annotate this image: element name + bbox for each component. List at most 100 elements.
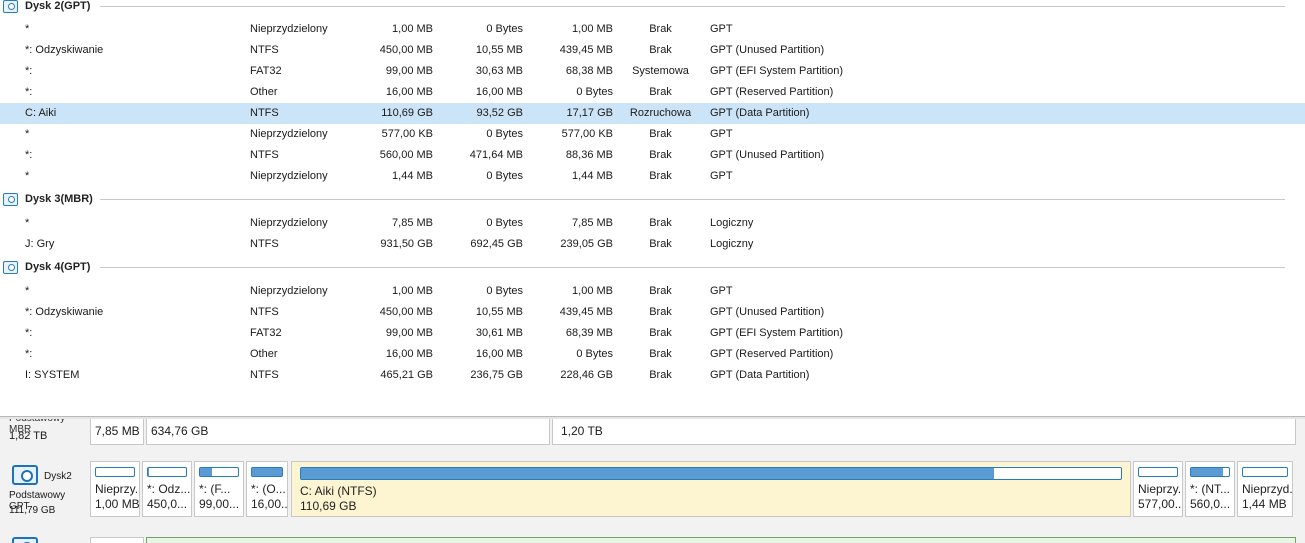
capacity: 1,44 MB bbox=[392, 170, 433, 182]
disk-icon bbox=[3, 0, 18, 13]
file-system: NTFS bbox=[250, 149, 279, 161]
free-space: 1,00 MB bbox=[572, 285, 613, 297]
free-space: 239,05 GB bbox=[560, 238, 613, 250]
disk-header-4[interactable]: Dysk 4(GPT) bbox=[0, 258, 1290, 278]
partition-row[interactable]: J: Gry NTFS 931,50 GB 692,45 GB 239,05 GB Bra… bbox=[0, 234, 1305, 255]
partition-row[interactable]: * Nieprzydzielony 7,85 MB 0 Bytes 7,85 MB Bra… bbox=[0, 213, 1305, 234]
partition-row[interactable]: *: Odzyskiwanie NTFS 450,00 MB 10,55 MB 439,… bbox=[0, 302, 1305, 323]
partition-size: 99,00... bbox=[199, 497, 240, 511]
capacity: 465,21 GB bbox=[380, 369, 433, 381]
status-flag: Brak bbox=[649, 348, 672, 360]
divider bbox=[100, 6, 1285, 7]
free-space: 1,00 MB bbox=[572, 23, 613, 35]
partition-block[interactable]: *: (F... 99,00... bbox=[194, 461, 244, 517]
partition-row[interactable]: *: Other 16,00 MB 16,00 MB 0 Bytes Brak GPT (R… bbox=[0, 344, 1305, 365]
partition-block[interactable]: 634,76 GB bbox=[146, 419, 550, 445]
partition-row[interactable]: * Nieprzydzielony 1,00 MB 0 Bytes 1,00 MB Bra… bbox=[0, 19, 1305, 40]
partition-block[interactable] bbox=[146, 537, 1296, 543]
partition-row[interactable]: C: Aiki NTFS 110,69 GB 93,52 GB 17,17 GB Rozr… bbox=[0, 103, 1305, 124]
partition-row[interactable]: *: FAT32 99,00 MB 30,63 MB 68,38 MB Systemowa… bbox=[0, 61, 1305, 82]
partition-row[interactable]: *: NTFS 560,00 MB 471,64 MB 88,36 MB Brak GPT … bbox=[0, 145, 1305, 166]
disk-title: Dysk 3(MBR) bbox=[25, 193, 93, 205]
file-system: FAT32 bbox=[250, 327, 282, 339]
disk-size: 111,79 GB bbox=[9, 505, 56, 516]
partition-block[interactable]: Nieprzy... 1,00 MB bbox=[90, 461, 140, 517]
used-space: 0 Bytes bbox=[486, 128, 523, 140]
disk-map-row-disk2: Dysk2 Podstawowy GPT 111,79 GB Nieprzy..… bbox=[0, 461, 1305, 519]
status-flag: Brak bbox=[649, 285, 672, 297]
disk-header-3[interactable]: Dysk 3(MBR) bbox=[0, 190, 1290, 210]
used-space: 10,55 MB bbox=[475, 44, 523, 56]
partition-type: GPT bbox=[710, 170, 733, 182]
divider bbox=[100, 267, 1285, 268]
partition-type: GPT (Unused Partition) bbox=[710, 44, 825, 56]
hard-disk-icon bbox=[12, 537, 38, 543]
partition-block[interactable]: Nieprzyd...1,44 MB bbox=[1237, 461, 1293, 517]
partition-row[interactable]: *: Odzyskiwanie NTFS 450,00 MB 10,55 MB 439,… bbox=[0, 40, 1305, 61]
partition-block[interactable]: 7,85 MB bbox=[90, 419, 144, 445]
used-space: 30,63 MB bbox=[475, 65, 523, 77]
partition-block[interactable]: Nieprzy... 577,00... bbox=[1133, 461, 1183, 517]
partition-label: Nieprzyd... bbox=[1242, 482, 1293, 496]
disk-map-row-mbr: Podstawowy MBR 1,82 TB 7,85 MB 634,76 GB… bbox=[0, 419, 1305, 449]
partition-type: GPT (Data Partition) bbox=[710, 369, 810, 381]
partition-label: Nieprzy... bbox=[95, 482, 140, 496]
partition-block[interactable]: *: (NT... 560,0... bbox=[1185, 461, 1235, 517]
partition-block[interactable]: *: Odz... 450,0... bbox=[142, 461, 192, 517]
partition-name: *: bbox=[25, 65, 33, 77]
partition-type: GPT (Data Partition) bbox=[710, 107, 810, 119]
capacity: 16,00 MB bbox=[385, 348, 433, 360]
partition-name: * bbox=[25, 170, 30, 182]
disk-info[interactable]: Dysk2 Podstawowy GPT 111,79 GB bbox=[0, 461, 88, 519]
partition-size: 16,00... bbox=[251, 497, 288, 511]
used-space: 236,75 GB bbox=[470, 369, 523, 381]
used-space: 0 Bytes bbox=[486, 217, 523, 229]
status-flag: Brak bbox=[649, 23, 672, 35]
partition-type: GPT (Unused Partition) bbox=[710, 149, 825, 161]
file-system: NTFS bbox=[250, 306, 279, 318]
partition-name: I: SYSTEM bbox=[25, 369, 80, 381]
partition-type: Logiczny bbox=[710, 238, 754, 250]
free-space: 228,46 GB bbox=[560, 369, 613, 381]
capacity: 577,00 KB bbox=[381, 128, 433, 140]
partition-row[interactable]: * Nieprzydzielony 577,00 KB 0 Bytes 577,00 K… bbox=[0, 124, 1305, 145]
partition-name: * bbox=[25, 285, 30, 297]
partition-block[interactable]: C: Aiki (NTFS) 110,69 GB bbox=[291, 461, 1131, 517]
partition-name: *: bbox=[25, 348, 33, 360]
partition-name: * bbox=[25, 23, 30, 35]
partition-block[interactable]: 1,20 TB bbox=[552, 419, 1296, 445]
partition-label: *: (NT... bbox=[1190, 482, 1231, 496]
partition-list[interactable]: Dysk 2(GPT) Dysk 3(MBR) Dysk 4(GPT) * Nie… bbox=[0, 0, 1305, 416]
used-space: 16,00 MB bbox=[475, 86, 523, 98]
partition-row[interactable]: * Nieprzydzielony 1,44 MB 0 Bytes 1,44 MB Bra… bbox=[0, 166, 1305, 187]
partition-row[interactable]: *: Other 16,00 MB 16,00 MB 0 Bytes Brak GPT (R… bbox=[0, 82, 1305, 103]
partition-type: GPT (Unused Partition) bbox=[710, 306, 825, 318]
partition-size: 450,0... bbox=[147, 497, 188, 511]
disk-icon bbox=[3, 261, 18, 274]
partition-name: * bbox=[25, 128, 30, 140]
partition-type: GPT bbox=[710, 285, 733, 297]
partition-type: GPT bbox=[710, 23, 733, 35]
partition-name: *: Odzyskiwanie bbox=[25, 306, 104, 318]
partition-row[interactable]: *: FAT32 99,00 MB 30,61 MB 68,39 MB Brak GPT (… bbox=[0, 323, 1305, 344]
partition-type: GPT (EFI System Partition) bbox=[710, 327, 844, 339]
free-space: 0 Bytes bbox=[576, 86, 613, 98]
resize-grip[interactable]: ''''''' bbox=[640, 419, 659, 425]
disk-header-2[interactable]: Dysk 2(GPT) bbox=[0, 0, 1290, 17]
partition-name: * bbox=[25, 217, 30, 229]
disk-size-label: 1,82 TB bbox=[9, 430, 48, 442]
partition-block[interactable]: *: (O... 16,00... bbox=[246, 461, 288, 517]
disk-map: Podstawowy MBR 1,82 TB 7,85 MB 634,76 GB… bbox=[0, 419, 1305, 543]
partition-type: GPT (Reserved Partition) bbox=[710, 348, 834, 360]
status-flag: Systemowa bbox=[632, 65, 689, 77]
partition-row[interactable]: I: SYSTEM NTFS 465,21 GB 236,75 GB 228,46 GB… bbox=[0, 365, 1305, 386]
partition-row[interactable]: * Nieprzydzielony 1,00 MB 0 Bytes 1,00 MB Bra… bbox=[0, 281, 1305, 302]
capacity: 7,85 MB bbox=[392, 217, 433, 229]
used-space: 0 Bytes bbox=[486, 285, 523, 297]
partition-label: Nieprzy... bbox=[1138, 482, 1183, 496]
capacity: 16,00 MB bbox=[385, 86, 433, 98]
partition-type: Logiczny bbox=[710, 217, 754, 229]
partition-block[interactable] bbox=[90, 537, 144, 543]
capacity: 1,00 MB bbox=[392, 285, 433, 297]
disk-title: Dysk 4(GPT) bbox=[25, 261, 91, 273]
